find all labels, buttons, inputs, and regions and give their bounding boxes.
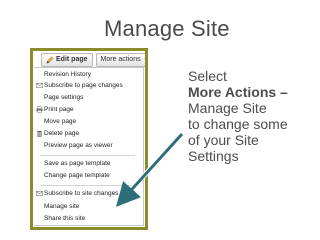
envelope-icon [36,83,43,88]
trash-icon [37,130,42,137]
slide-title: Manage Site [104,16,230,41]
more-actions-menu: Revision History Subscribe to page chang… [34,67,144,226]
menu-item-manage-site[interactable]: Manage site [44,202,79,212]
more-actions-button[interactable]: More actions ▼ [95,53,145,67]
menu-item-move-page[interactable]: Move page [44,117,76,127]
menu-item-subscribe-page-changes[interactable]: Subscribe to page changes [44,81,123,91]
menu-item-subscribe-site-changes[interactable]: Subscribe to site changes [44,189,118,199]
instruction-line: Select [188,68,227,84]
edit-page-label: Edit page [56,56,88,63]
instruction-line: Manage Site [188,100,267,116]
pencil-icon [46,56,54,64]
menu-item-change-template[interactable]: Change page template [44,171,110,181]
edit-page-button[interactable]: Edit page [41,53,93,67]
envelope-icon [36,191,43,196]
instruction-line: to change some [188,116,288,132]
menu-item-revision-history[interactable]: Revision History [44,70,91,80]
menu-divider [40,185,135,186]
menu-item-save-as-template[interactable]: Save as page template [44,159,111,169]
page-toolbar: Edit page More actions ▼ [41,53,145,67]
instruction-emphasis: More Actions – [188,84,288,100]
printer-icon [36,106,43,113]
instruction-line: of your Site [188,132,259,148]
menu-item-delete-page[interactable]: Delete page [44,129,79,139]
chevron-down-icon: ▼ [144,54,145,66]
instruction-text: Select More Actions – Manage Site to cha… [188,68,288,164]
menu-divider [40,155,135,156]
menu-item-page-settings[interactable]: Page settings [44,93,83,103]
more-actions-label: More actions [100,56,141,63]
menu-item-print-page[interactable]: Print page [44,105,74,115]
menu-item-preview-as-viewer[interactable]: Preview page as viewer [44,141,113,151]
instruction-line: Settings [188,148,239,164]
screenshot-panel: Edit page More actions ▼ Revision Histor… [30,48,148,230]
menu-item-share-site[interactable]: Share this site [44,214,85,224]
